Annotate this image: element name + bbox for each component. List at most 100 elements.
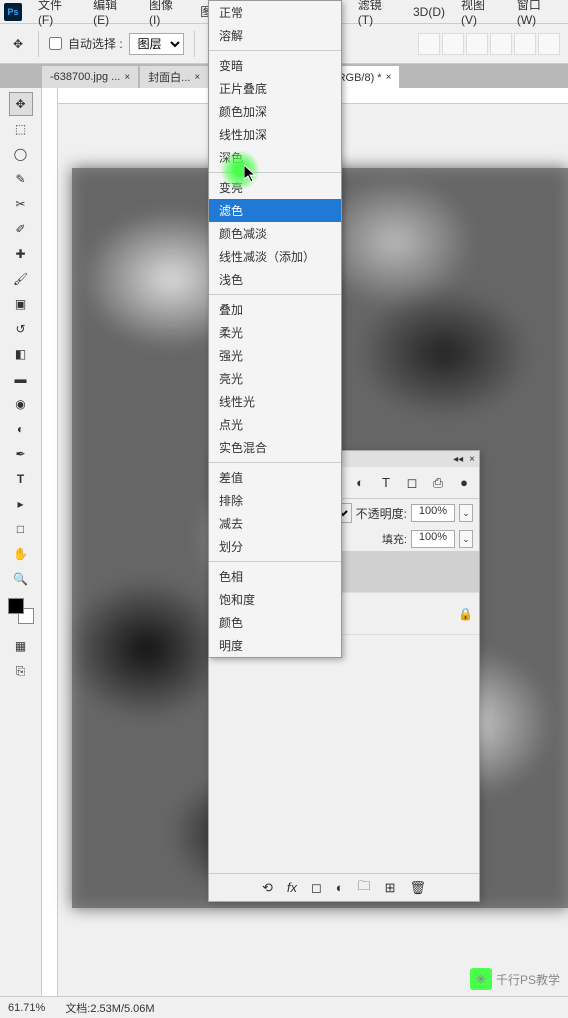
blend-option[interactable]: 强光 — [209, 344, 341, 367]
blend-option[interactable]: 线性加深 — [209, 123, 341, 146]
doc-size: 文档:2.53M/5.06M — [65, 1000, 154, 1016]
blend-option[interactable]: 变暗 — [209, 54, 341, 77]
blend-option[interactable]: 亮光 — [209, 367, 341, 390]
blend-option[interactable]: 差值 — [209, 466, 341, 489]
adjustment-icon[interactable]: ◐ — [336, 880, 344, 895]
filter-type-icon[interactable]: T — [377, 474, 395, 492]
history-brush-tool[interactable]: ↺ — [9, 317, 33, 341]
wechat-icon: ✳ — [470, 968, 492, 990]
path-select-tool[interactable]: ▸ — [9, 492, 33, 516]
align-buttons — [418, 33, 560, 55]
layer-target-select[interactable]: 图层 — [129, 33, 184, 55]
quick-select-tool[interactable]: ✎ — [9, 167, 33, 191]
doc-tab[interactable]: -638700.jpg ...× — [42, 66, 138, 88]
blend-option[interactable]: 明度 — [209, 634, 341, 657]
brush-tool[interactable]: 🖌 — [9, 267, 33, 291]
filter-shape-icon[interactable]: ◻ — [403, 474, 421, 492]
blur-tool[interactable]: ◉ — [9, 392, 33, 416]
group-icon[interactable]: 🗀 — [358, 877, 371, 899]
align-btn[interactable] — [538, 33, 560, 55]
type-tool[interactable]: T — [9, 467, 33, 491]
new-layer-icon[interactable]: ⊞ — [385, 880, 396, 896]
tool-bar: ✥ ⬚ ◯ ✎ ✂ ✐ ✚ 🖌 ▣ ↺ ◧ ▬ ◉ ◐ ✒ T ▸ □ ✋ 🔍 … — [0, 88, 42, 996]
close-icon[interactable]: × — [386, 72, 392, 83]
blend-option[interactable]: 变亮 — [209, 176, 341, 199]
filter-toggle-icon[interactable]: ● — [455, 474, 473, 492]
blend-option[interactable]: 溶解 — [209, 24, 341, 47]
blend-option[interactable]: 颜色加深 — [209, 100, 341, 123]
status-bar: 61.71% 文档:2.53M/5.06M — [0, 996, 568, 1018]
fill-input[interactable]: 100% — [411, 530, 455, 548]
blend-option[interactable]: 正片叠底 — [209, 77, 341, 100]
blend-option[interactable]: 划分 — [209, 535, 341, 558]
doc-tab[interactable]: 封面白...× — [140, 66, 208, 88]
menu-view[interactable]: 视图(V) — [453, 0, 509, 30]
ps-logo: Ps — [4, 3, 22, 21]
crop-tool[interactable]: ✂ — [9, 192, 33, 216]
blend-option[interactable]: 叠加 — [209, 298, 341, 321]
align-btn[interactable] — [442, 33, 464, 55]
zoom-level[interactable]: 61.71% — [8, 1002, 45, 1014]
blend-option[interactable]: 点光 — [209, 413, 341, 436]
color-swatches[interactable] — [8, 598, 34, 624]
stamp-tool[interactable]: ▣ — [9, 292, 33, 316]
blend-option[interactable]: 颜色减淡 — [209, 222, 341, 245]
zoom-tool[interactable]: 🔍 — [9, 567, 33, 591]
menu-image[interactable]: 图像(I) — [141, 0, 192, 30]
collapse-icon[interactable]: ◂◂ — [453, 454, 463, 465]
healing-tool[interactable]: ✚ — [9, 242, 33, 266]
opacity-dropdown[interactable]: ⌄ — [459, 504, 473, 522]
opacity-label: 不透明度: — [356, 505, 407, 522]
menu-window[interactable]: 窗口(W) — [509, 0, 568, 30]
auto-select-label: 自动选择 : — [68, 35, 123, 52]
pen-tool[interactable]: ✒ — [9, 442, 33, 466]
blend-option[interactable]: 饱和度 — [209, 588, 341, 611]
marquee-tool[interactable]: ⬚ — [9, 117, 33, 141]
align-btn[interactable] — [490, 33, 512, 55]
filter-adjust-icon[interactable]: ◐ — [351, 474, 369, 492]
hand-tool[interactable]: ✋ — [9, 542, 33, 566]
menu-file[interactable]: 文件(F) — [30, 0, 85, 30]
lasso-tool[interactable]: ◯ — [9, 142, 33, 166]
menu-edit[interactable]: 编辑(E) — [85, 0, 141, 30]
blend-option[interactable]: 排除 — [209, 489, 341, 512]
blend-option[interactable]: 减去 — [209, 512, 341, 535]
eraser-tool[interactable]: ◧ — [9, 342, 33, 366]
dodge-tool[interactable]: ◐ — [9, 417, 33, 441]
blend-mode-dropdown: 正常溶解变暗正片叠底颜色加深线性加深深色变亮滤色颜色减淡线性减淡（添加）浅色叠加… — [208, 0, 342, 658]
close-icon[interactable]: × — [194, 72, 200, 83]
blend-option[interactable]: 正常 — [209, 1, 341, 24]
blend-option[interactable]: 颜色 — [209, 611, 341, 634]
fill-dropdown[interactable]: ⌄ — [459, 530, 473, 548]
blend-option[interactable]: 深色 — [209, 146, 341, 169]
close-panel-icon[interactable]: × — [469, 454, 475, 465]
blend-option[interactable]: 浅色 — [209, 268, 341, 291]
blend-option[interactable]: 色相 — [209, 565, 341, 588]
shape-tool[interactable]: □ — [9, 517, 33, 541]
menu-3d[interactable]: 3D(D) — [405, 2, 453, 22]
align-btn[interactable] — [418, 33, 440, 55]
auto-select-checkbox[interactable] — [49, 37, 62, 50]
blend-option[interactable]: 实色混合 — [209, 436, 341, 459]
filter-smart-icon[interactable]: ⎙ — [429, 474, 447, 492]
move-tool-icon: ✥ — [8, 34, 28, 54]
move-tool[interactable]: ✥ — [9, 92, 33, 116]
mask-icon[interactable]: ◻ — [311, 880, 322, 896]
link-icon[interactable]: ⟲ — [262, 880, 273, 896]
fx-icon[interactable]: fx — [287, 880, 297, 895]
screenmode-tool[interactable]: ⎘ — [9, 659, 33, 683]
menu-filter[interactable]: 滤镜(T) — [350, 0, 405, 30]
blend-option[interactable]: 柔光 — [209, 321, 341, 344]
align-btn[interactable] — [466, 33, 488, 55]
blend-option[interactable]: 线性减淡（添加） — [209, 245, 341, 268]
blend-option[interactable]: 线性光 — [209, 390, 341, 413]
foreground-color[interactable] — [8, 598, 24, 614]
delete-icon[interactable]: 🗑 — [410, 880, 427, 896]
close-icon[interactable]: × — [124, 72, 130, 83]
gradient-tool[interactable]: ▬ — [9, 367, 33, 391]
blend-option[interactable]: 滤色 — [209, 199, 341, 222]
quickmask-tool[interactable]: ▦ — [9, 634, 33, 658]
align-btn[interactable] — [514, 33, 536, 55]
opacity-input[interactable]: 100% — [411, 504, 455, 522]
eyedropper-tool[interactable]: ✐ — [9, 217, 33, 241]
